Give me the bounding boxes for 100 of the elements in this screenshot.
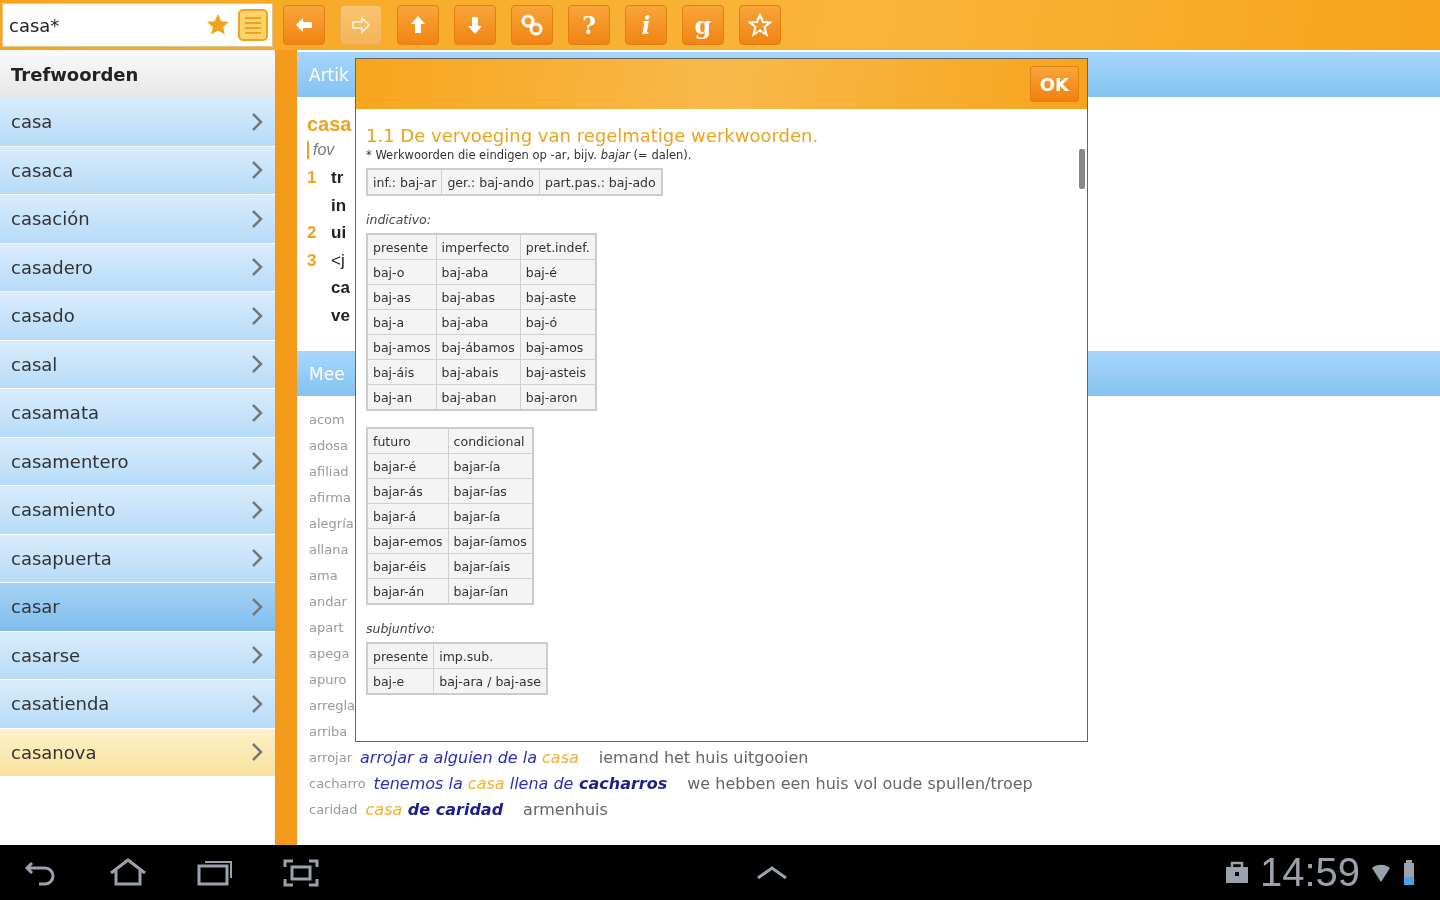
item-label: casadero — [11, 256, 93, 278]
table-cell: bajar-án — [367, 578, 449, 604]
table-cell: baj-aban — [436, 384, 521, 410]
example-phrase: arrojar a alguien de la casa — [360, 747, 579, 767]
table-cell: part.pas.: baj-ado — [539, 169, 662, 195]
table-cell: baj-abais — [436, 359, 521, 385]
word-link[interactable]: ama — [309, 567, 338, 583]
word-link[interactable]: andar — [309, 593, 347, 609]
chevron-right-icon — [251, 402, 263, 423]
chevron-right-icon — [251, 499, 263, 520]
word-link[interactable]: apuro — [309, 671, 347, 687]
table-caption: indicativo: — [366, 212, 432, 227]
translation: we hebben een huis vol oude spullen/troep — [687, 773, 1033, 793]
table-cell: bajar-éis — [367, 553, 449, 579]
word-link[interactable]: apart — [309, 619, 344, 635]
table-cell: bajar-ía — [448, 453, 533, 479]
chevron-right-icon — [251, 160, 263, 181]
toolbar-button[interactable] — [397, 5, 439, 45]
sense-text: ui — [331, 223, 347, 244]
table-cell: inf.: baj-ar — [367, 169, 442, 195]
sidebar-item[interactable]: casaca — [0, 146, 275, 195]
item-label: casado — [11, 305, 75, 327]
chevron-right-icon — [251, 354, 263, 375]
sense-text: ve — [331, 305, 350, 327]
table-cell: presente — [367, 234, 437, 260]
toolbar-button[interactable] — [454, 5, 496, 45]
dialog-title: 1.1 De vervoeging van regelmatige werkwoorden. — [366, 125, 820, 146]
chevron-right-icon — [251, 305, 263, 326]
word-link[interactable]: apega — [309, 645, 350, 661]
word-link[interactable]: adosa — [309, 437, 348, 453]
table-cell: baj-an — [367, 384, 437, 410]
table-cell: ger.: baj-ando — [441, 169, 540, 195]
sense-text: tr — [331, 168, 344, 189]
table-cell: bajar-á — [367, 503, 449, 529]
table-cell: baj-ábamos — [436, 334, 521, 360]
chevron-right-icon — [251, 645, 263, 666]
word-link[interactable]: arrojar — [309, 749, 353, 765]
table-cell: baj-e — [367, 668, 434, 694]
sidebar-item[interactable]: casamiento — [0, 486, 275, 535]
table-cell: pret.indef. — [520, 234, 596, 260]
briefcase-icon — [1223, 859, 1250, 886]
word-link[interactable]: arriba — [309, 723, 348, 739]
chevron-right-icon — [251, 208, 263, 229]
word-link[interactable]: acom — [309, 411, 345, 427]
sense-text: ca — [331, 278, 350, 299]
item-label: casarse — [11, 644, 81, 666]
clock: 14:59 — [1259, 850, 1360, 895]
table-cell: baj-aba — [436, 309, 521, 335]
search-field[interactable]: casa* — [2, 3, 273, 47]
toolbar-button[interactable] — [739, 5, 781, 45]
sidebar-item[interactable]: casa — [0, 98, 275, 147]
table-cell: baj-amos — [367, 334, 437, 360]
sense-number: 1 — [307, 168, 318, 189]
table-cell: baj-a — [367, 309, 437, 335]
list-icon[interactable] — [238, 9, 268, 41]
sidebar-item[interactable]: casal — [0, 340, 275, 389]
item-label: casamiento — [11, 499, 116, 521]
item-label: casar — [11, 596, 60, 618]
chevron-right-icon — [251, 742, 263, 763]
sidebar-item[interactable]: casamata — [0, 389, 275, 438]
sidebar-item[interactable]: casapuerta — [0, 534, 275, 583]
sidebar-item[interactable]: casamentero — [0, 437, 275, 486]
table-cell: imperfecto — [436, 234, 521, 260]
home-icon[interactable] — [108, 856, 148, 887]
ok-button[interactable]: OK — [1029, 66, 1079, 102]
toolbar-button[interactable]: i — [625, 5, 667, 45]
word-link[interactable]: afiliad — [309, 463, 349, 479]
word-link[interactable]: alegría — [309, 515, 354, 531]
toolbar-button[interactable] — [283, 5, 325, 45]
table-cell: bajar-ías — [448, 478, 533, 504]
table-cell: presente — [367, 643, 434, 669]
table-caption: subjuntivo: — [366, 621, 437, 636]
sidebar-item[interactable]: casanova — [0, 728, 275, 777]
word-link[interactable]: arregla — [309, 697, 355, 713]
toolbar-button[interactable] — [511, 5, 553, 45]
word-link[interactable]: cacharro — [309, 775, 366, 791]
grammar-label: fov — [313, 141, 335, 160]
sidebar-item[interactable]: casadero — [0, 243, 275, 292]
sense-text: in — [331, 195, 347, 217]
battery-icon — [1402, 858, 1416, 887]
item-label: casa — [11, 111, 53, 133]
search-input[interactable]: casa* — [9, 14, 198, 36]
word-link[interactable]: caridad — [309, 801, 358, 817]
word-link[interactable]: afirma — [309, 489, 351, 505]
table-cell: baj-áis — [367, 359, 437, 385]
table-cell: baj-as — [367, 284, 437, 310]
table-cell: baj-o — [367, 259, 437, 285]
sidebar-item[interactable]: casar — [0, 583, 275, 632]
sidebar-item[interactable]: casatienda — [0, 680, 275, 729]
toolbar-button[interactable]: g — [682, 5, 724, 45]
chevron-right-icon — [251, 548, 263, 569]
sidebar-item[interactable]: casación — [0, 195, 275, 244]
sidebar-item[interactable]: casarse — [0, 631, 275, 680]
item-label: casal — [11, 353, 58, 375]
word-link[interactable]: allana — [309, 541, 349, 557]
note-text: * Werkwoorden die eindigen op -ar, bijv. bajar (= dalen). — [366, 148, 693, 162]
table-cell: bajar-íais — [448, 553, 533, 579]
sidebar-item[interactable]: casado — [0, 292, 275, 341]
toolbar-button[interactable]: ? — [568, 5, 610, 45]
table-cell: bajar-ás — [367, 478, 449, 504]
